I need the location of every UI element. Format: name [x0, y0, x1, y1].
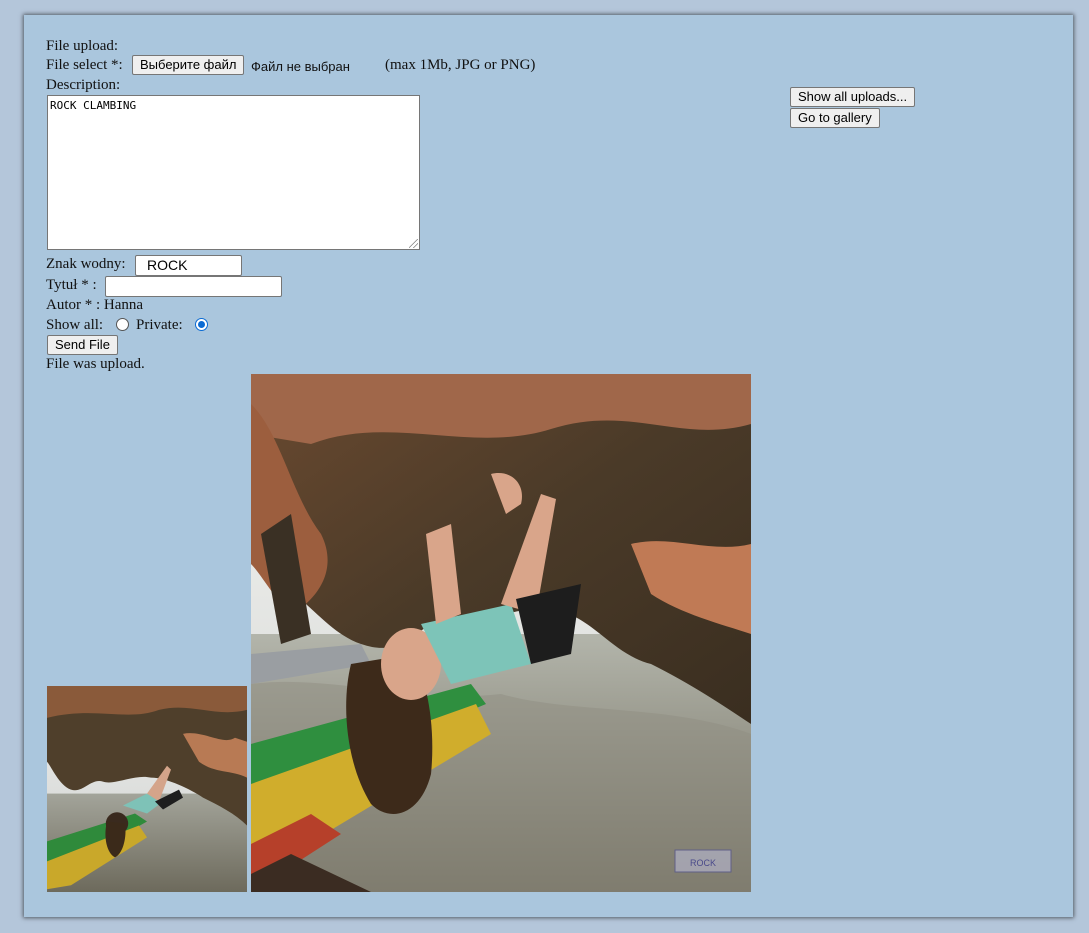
upload-status-message: File was upload.	[46, 356, 145, 372]
description-text: ROCK CLAMBING	[50, 99, 137, 112]
description-label: Description:	[46, 77, 121, 93]
description-textarea[interactable]: ROCK CLAMBING	[47, 95, 420, 250]
title-input[interactable]	[105, 276, 282, 297]
watermark-stamp: ROCK	[690, 858, 716, 868]
send-file-button[interactable]: Send File	[47, 335, 118, 355]
uploaded-full-image: ROCK	[251, 374, 751, 892]
watermark-input[interactable]: ROCK	[135, 255, 242, 276]
upload-panel: File upload: File select *: Выберите фай…	[24, 15, 1073, 917]
title-label: Tytuł * :	[46, 277, 97, 293]
show-all-radio[interactable]	[116, 318, 129, 331]
file-status-text: Файл не выбран	[251, 59, 350, 74]
resize-handle-icon[interactable]	[409, 239, 418, 248]
author-text: Autor * : Hanna	[46, 297, 144, 313]
private-radio[interactable]	[195, 318, 208, 331]
file-hint-text: (max 1Mb, JPG or PNG)	[385, 57, 536, 73]
file-select-label: File select *:	[46, 57, 123, 73]
show-all-uploads-button[interactable]: Show all uploads...	[790, 87, 916, 107]
private-label: Private:	[136, 317, 183, 333]
go-to-gallery-button[interactable]: Go to gallery	[790, 108, 880, 128]
choose-file-button[interactable]: Выберите файл	[132, 55, 245, 75]
upload-heading: File upload:	[46, 38, 119, 54]
watermark-label: Znak wodny:	[46, 256, 126, 272]
uploaded-thumbnail-image	[47, 686, 247, 892]
show-all-label: Show all:	[46, 317, 104, 333]
